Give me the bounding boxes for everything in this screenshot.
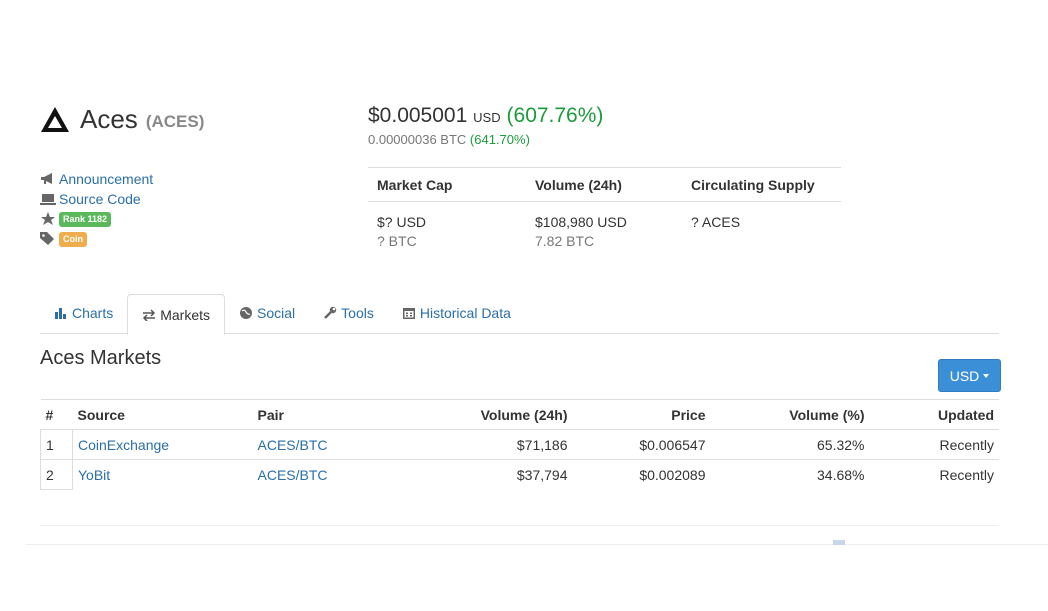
coin-type-badge: Coin	[59, 231, 87, 247]
col-source: Source	[72, 399, 253, 430]
bullhorn-icon	[41, 173, 52, 184]
row-volume-pct: 65.32%	[710, 429, 870, 460]
source-code-link[interactable]: Source Code	[59, 191, 141, 207]
table-header-row: # Source Pair Volume (24h) Price Volume …	[40, 399, 999, 430]
row-price: $0.002089	[639, 466, 706, 483]
table-row: 2 YoBit ACES/BTC $37,794 $0.002089 34.68…	[40, 459, 1000, 490]
row-volume: $71,186	[362, 429, 573, 460]
tab-social[interactable]: Social	[225, 294, 309, 332]
coin-name: Aces	[80, 104, 138, 134]
caret-down-icon	[983, 373, 990, 378]
currency-button-label: USD	[949, 367, 980, 384]
tab-bar: Charts Markets Social Tools Historical D…	[40, 294, 999, 335]
row-updated: Recently	[869, 429, 999, 460]
rank-badge: Rank 1182	[59, 211, 112, 227]
stats-table: Market Cap Volume (24h) Circulating Supp…	[368, 167, 841, 249]
footer-divider	[40, 525, 999, 526]
triangle-logo-icon	[41, 106, 69, 132]
volume-header: Volume (24h)	[535, 176, 622, 193]
markets-table: # Source Pair Volume (24h) Price Volume …	[40, 399, 999, 490]
tab-social-label: Social	[257, 305, 296, 321]
volume-usd: $108,980 USD	[535, 214, 627, 230]
wrench-icon	[324, 306, 337, 319]
tab-historical-data[interactable]: Historical Data	[388, 294, 525, 332]
globe-icon	[240, 307, 253, 319]
row-number: 2	[40, 459, 73, 490]
coin-header: Aces (ACES)	[40, 104, 204, 135]
markets-title: Aces Markets	[40, 347, 162, 369]
row-number: 1	[40, 429, 73, 460]
row-volume: $37,794	[516, 466, 568, 483]
exchange-arrows-icon	[143, 308, 156, 321]
partial-image-icon	[833, 540, 845, 545]
col-volume: Volume (24h)	[362, 399, 573, 430]
bar-chart-icon	[55, 308, 66, 319]
tab-historical-data-label: Historical Data	[419, 305, 511, 321]
price-usd-change: (607.76%)	[506, 104, 604, 127]
source-link[interactable]: YoBit	[78, 467, 110, 483]
tab-markets[interactable]: Markets	[127, 294, 226, 335]
tab-charts[interactable]: Charts	[40, 294, 127, 332]
col-price: Price	[572, 399, 711, 430]
tab-tools-label: Tools	[341, 305, 374, 321]
coin-symbol: (ACES)	[145, 111, 205, 131]
col-updated: Updated	[869, 399, 999, 430]
currency-dropdown-button[interactable]: USD	[938, 359, 1001, 392]
announcement-link[interactable]: Announcement	[59, 171, 153, 187]
supply-header: Circulating Supply	[691, 176, 815, 193]
laptop-icon	[40, 194, 56, 205]
price-btc: 0.00000036 BTC	[368, 132, 467, 147]
price-btc-change: (641.70%)	[469, 132, 530, 147]
pair-link[interactable]: ACES/BTC	[258, 467, 328, 483]
col-volume-pct: Volume (%)	[710, 399, 870, 430]
price-usd: $0.005001	[368, 104, 468, 127]
star-icon	[41, 212, 55, 225]
table-row: 1 CoinExchange ACES/BTC $71,186 $0.00654…	[40, 429, 999, 460]
tag-icon	[40, 232, 54, 245]
market-cap-usd: $? USD	[377, 214, 427, 230]
tab-tools[interactable]: Tools	[309, 294, 388, 332]
price-block: $0.005001 USD (607.76%) 0.00000036 BTC (…	[368, 104, 603, 147]
calendar-icon	[402, 308, 415, 319]
price-usd-label: USD	[473, 110, 501, 125]
row-updated: Recently	[939, 466, 994, 483]
col-number: #	[40, 399, 73, 430]
circulating-supply: ? ACES	[691, 214, 741, 230]
market-cap-btc: ? BTC	[377, 233, 417, 249]
info-links: Announcement Source Code Rank 1182 Coin	[40, 169, 153, 249]
row-price: $0.006547	[572, 429, 711, 460]
tab-markets-label: Markets	[160, 306, 211, 323]
volume-btc: 7.82 BTC	[535, 233, 595, 249]
col-pair: Pair	[252, 399, 363, 430]
pair-link[interactable]: ACES/BTC	[258, 437, 328, 453]
footer-divider	[26, 544, 1048, 545]
row-volume-pct: 34.68%	[817, 466, 865, 483]
market-cap-header: Market Cap	[377, 176, 453, 193]
source-link[interactable]: CoinExchange	[78, 437, 169, 453]
tab-charts-label: Charts	[72, 305, 114, 321]
